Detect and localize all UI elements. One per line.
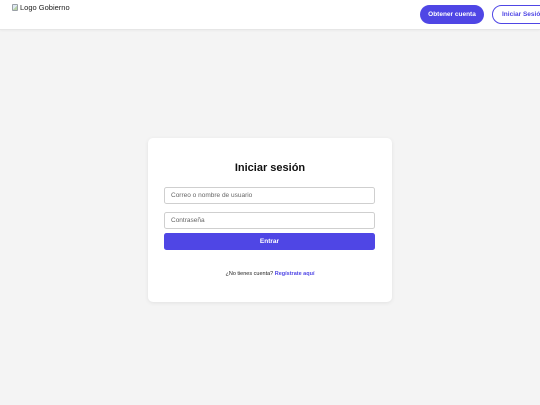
submit-button[interactable]: Entrar bbox=[164, 233, 375, 250]
login-title: Iniciar sesión bbox=[234, 162, 306, 174]
government-logo[interactable]: Logo Gobierno bbox=[12, 4, 70, 12]
password-input[interactable] bbox=[164, 212, 375, 229]
register-link[interactable]: Regístrate aquí bbox=[275, 271, 315, 277]
page: Logo Gobierno Obtener cuenta Iniciar Ses… bbox=[0, 0, 540, 405]
login-card: Iniciar sesión Entrar ¿No tienes cuenta?… bbox=[148, 138, 392, 302]
register-prompt: ¿No tienes cuenta? Regístrate aquí bbox=[148, 271, 392, 277]
logo-alt-text: Logo Gobierno bbox=[20, 3, 70, 12]
username-input[interactable] bbox=[164, 187, 375, 204]
login-nav-button[interactable]: Iniciar Sesión bbox=[492, 5, 540, 24]
top-navigation-bar: Logo Gobierno Obtener cuenta Iniciar Ses… bbox=[0, 0, 540, 30]
obtain-account-button[interactable]: Obtener cuenta bbox=[420, 5, 484, 24]
broken-image-icon bbox=[12, 4, 18, 12]
no-account-text: ¿No tienes cuenta? bbox=[225, 271, 274, 277]
